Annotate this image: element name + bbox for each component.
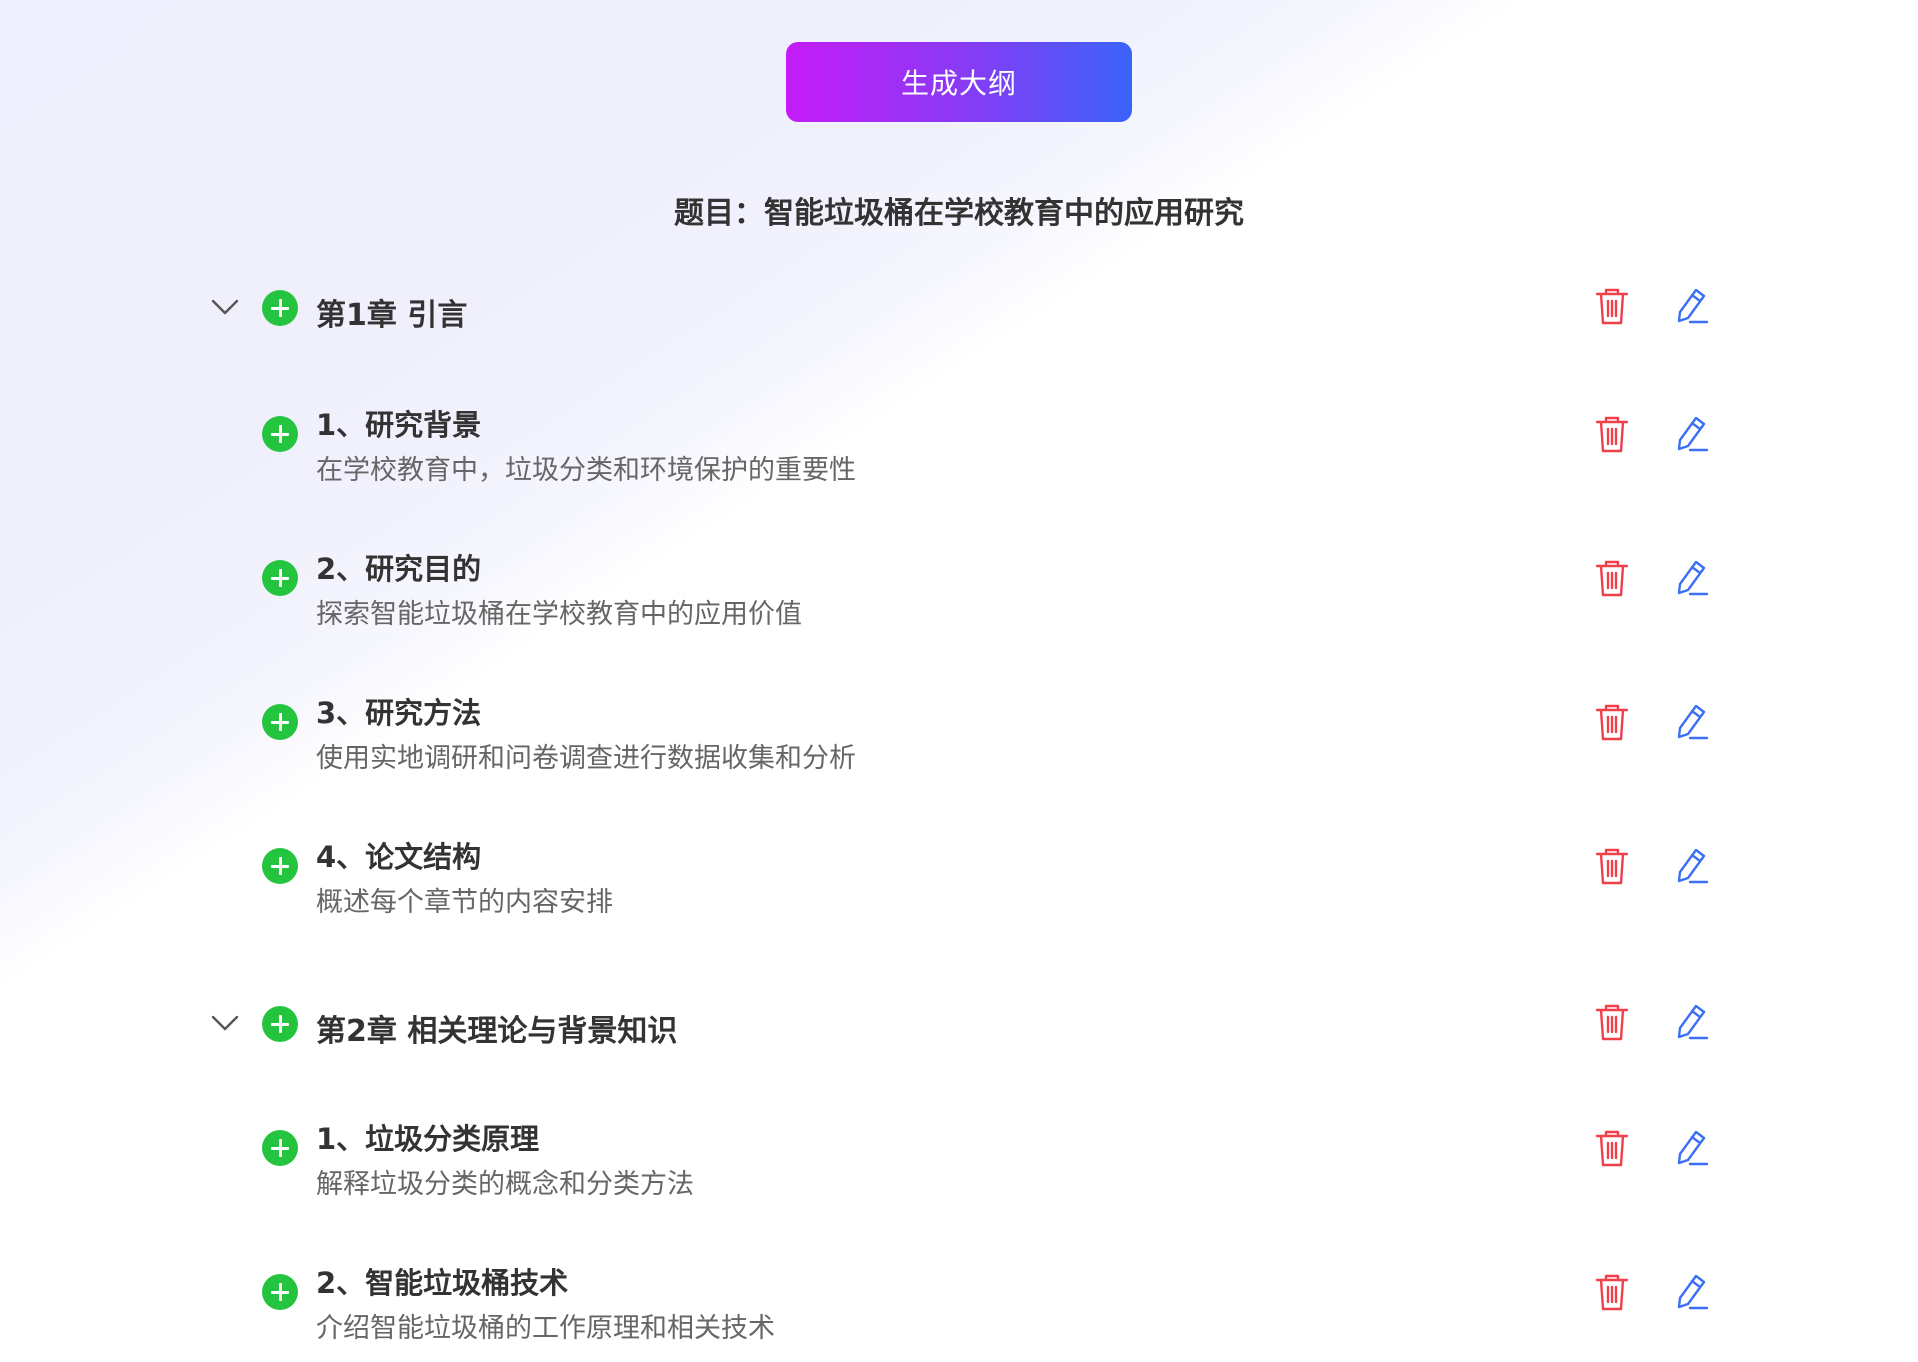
pencil-icon[interactable] [1674,558,1710,598]
outline-page: 生成大纲 题目：智能垃圾桶在学校教育中的应用研究 第1章 引言 1、研究背景 在… [0,0,1918,1362]
pencil-icon[interactable] [1674,702,1710,742]
trash-icon[interactable] [1594,414,1630,454]
trash-icon[interactable] [1594,1128,1630,1168]
section-description: 解释垃圾分类的概念和分类方法 [316,1169,694,1200]
trash-icon[interactable] [1594,846,1630,886]
add-icon[interactable] [262,848,298,884]
section-title: 4、论文结构 [316,840,482,874]
generate-outline-button[interactable]: 生成大纲 [786,42,1132,122]
add-icon[interactable] [262,1274,298,1310]
section-title: 3、研究方法 [316,696,482,730]
section-description: 在学校教育中，垃圾分类和环境保护的重要性 [316,455,856,486]
add-icon[interactable] [262,704,298,740]
pencil-icon[interactable] [1674,1272,1710,1312]
pencil-icon[interactable] [1674,1002,1710,1042]
chapter-title: 第2章 相关理论与背景知识 [316,1014,678,1049]
trash-icon[interactable] [1594,1002,1630,1042]
add-icon[interactable] [262,560,298,596]
section-title: 1、研究背景 [316,408,482,442]
trash-icon[interactable] [1594,1272,1630,1312]
chevron-down-icon[interactable] [210,292,240,322]
add-icon[interactable] [262,290,298,326]
chapter-title: 第1章 引言 [316,298,468,333]
section-description: 介绍智能垃圾桶的工作原理和相关技术 [316,1313,775,1344]
chevron-down-icon[interactable] [210,1008,240,1038]
section-title: 2、智能垃圾桶技术 [316,1266,569,1300]
topic-title: 题目：智能垃圾桶在学校教育中的应用研究 [674,196,1244,231]
section-title: 2、研究目的 [316,552,482,586]
section-description: 探索智能垃圾桶在学校教育中的应用价值 [316,599,802,630]
section-title: 1、垃圾分类原理 [316,1122,540,1156]
trash-icon[interactable] [1594,702,1630,742]
pencil-icon[interactable] [1674,286,1710,326]
add-icon[interactable] [262,1006,298,1042]
add-icon[interactable] [262,1130,298,1166]
pencil-icon[interactable] [1674,1128,1710,1168]
section-description: 概述每个章节的内容安排 [316,887,613,918]
pencil-icon[interactable] [1674,414,1710,454]
trash-icon[interactable] [1594,286,1630,326]
trash-icon[interactable] [1594,558,1630,598]
add-icon[interactable] [262,416,298,452]
section-description: 使用实地调研和问卷调查进行数据收集和分析 [316,743,856,774]
pencil-icon[interactable] [1674,846,1710,886]
